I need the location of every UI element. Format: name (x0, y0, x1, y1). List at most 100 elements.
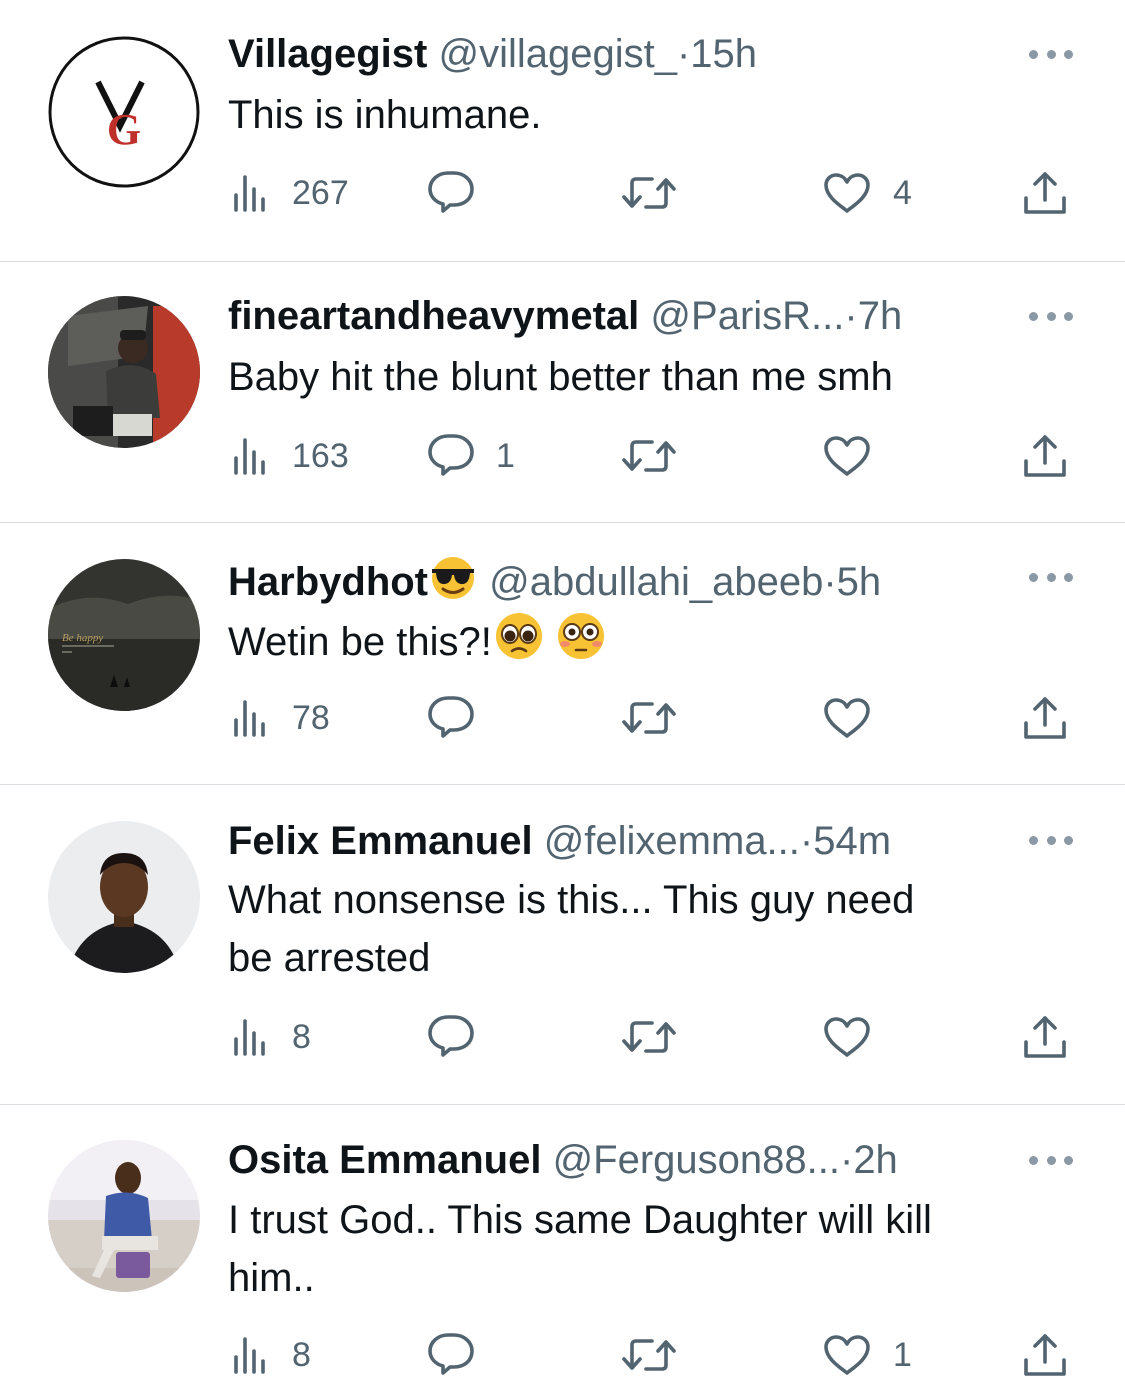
retweet-button[interactable] (622, 168, 676, 218)
profile-photo-icon: Be happy (48, 559, 200, 711)
action-bar: 163 1 (0, 431, 1125, 481)
like-button[interactable]: 1 (823, 1330, 912, 1380)
svg-text:G: G (107, 105, 141, 154)
reply-icon (428, 171, 474, 213)
views-icon (234, 175, 265, 212)
profile-photo-icon (48, 821, 200, 973)
like-icon (824, 698, 870, 738)
user-handle[interactable]: @abdullahi_abeeb (489, 560, 823, 604)
share-button[interactable] (1022, 1012, 1068, 1062)
reply-icon (428, 434, 474, 476)
timestamp[interactable]: 54m (813, 819, 891, 863)
avatar[interactable] (48, 296, 200, 448)
like-button[interactable] (823, 1012, 893, 1062)
action-bar: 8 (0, 1012, 1125, 1062)
retweet-button[interactable] (622, 1012, 676, 1062)
share-icon (1024, 1334, 1066, 1376)
like-icon (824, 173, 870, 213)
reply-tweet[interactable]: fineartandheavymetal @ParisR...·7h Baby … (0, 262, 1125, 523)
reply-button[interactable] (428, 693, 496, 743)
like-button[interactable] (823, 431, 893, 481)
views-button[interactable]: 8 (230, 1330, 311, 1380)
retweet-icon (622, 1021, 676, 1053)
tweet-text: Baby hit the blunt better than me smh (228, 355, 893, 399)
views-count: 78 (292, 698, 330, 737)
separator-dot: · (676, 32, 691, 76)
profile-photo-icon (48, 1140, 200, 1292)
like-button[interactable] (823, 693, 893, 743)
views-icon (234, 438, 265, 475)
views-button[interactable]: 267 (230, 168, 349, 218)
user-handle[interactable]: @felixemma... (544, 819, 800, 863)
separator-dot: · (839, 1138, 854, 1182)
display-name[interactable]: Harbydhot (228, 560, 428, 604)
pleading-face-emoji (495, 613, 542, 659)
share-icon (1024, 1016, 1066, 1058)
reply-button[interactable] (428, 1330, 496, 1380)
views-count: 8 (292, 1335, 311, 1374)
tweet-text: This is inhumane. (228, 93, 542, 137)
more-icon[interactable] (1029, 294, 1073, 338)
display-name[interactable]: Osita Emmanuel (228, 1138, 541, 1182)
profile-photo-icon (48, 296, 200, 448)
share-icon (1024, 172, 1066, 214)
likes-count: 1 (893, 1335, 912, 1374)
retweet-button[interactable] (622, 693, 676, 743)
timestamp[interactable]: 15h (690, 32, 757, 76)
reply-button[interactable] (428, 1012, 496, 1062)
avatar-caption: Be happy (62, 632, 103, 644)
views-button[interactable]: 78 (230, 693, 330, 743)
tweet-text: What nonsense is this... This guy need b… (228, 871, 1048, 987)
tweet-text-line: I trust God.. This same Daughter will ki… (228, 1198, 932, 1242)
more-icon[interactable] (1029, 32, 1073, 76)
timestamp[interactable]: 2h (853, 1138, 898, 1182)
avatar[interactable]: G (48, 36, 200, 188)
retweet-button[interactable] (622, 1330, 676, 1380)
user-handle[interactable]: @Ferguson88... (553, 1138, 840, 1182)
display-name[interactable]: Villagegist (228, 32, 427, 76)
like-icon (824, 1335, 870, 1375)
retweet-icon (622, 177, 676, 209)
like-icon (824, 1017, 870, 1057)
separator-dot: · (844, 294, 858, 338)
share-button[interactable] (1022, 693, 1068, 743)
reply-tweet[interactable]: Osita Emmanuel @Ferguson88...·2h I trust… (0, 1105, 1125, 1383)
tweet-text: I trust God.. This same Daughter will ki… (228, 1191, 1048, 1307)
flushed-face-emoji (557, 613, 604, 659)
timestamp[interactable]: 7h (858, 294, 903, 338)
views-count: 8 (292, 1017, 311, 1056)
avatar[interactable]: Be happy (48, 559, 200, 711)
avatar[interactable] (48, 1140, 200, 1292)
more-icon[interactable] (1029, 818, 1073, 862)
views-count: 163 (292, 436, 349, 475)
reply-tweet[interactable]: G Villagegist @villagegist_·15h This is … (0, 0, 1125, 262)
avatar[interactable] (48, 821, 200, 973)
user-handle[interactable]: @ParisR... (650, 294, 844, 338)
like-icon (824, 436, 870, 476)
tweet-text: Wetin be this?! (228, 611, 1048, 671)
share-button[interactable] (1022, 431, 1068, 481)
reply-tweet[interactable]: Felix Emmanuel @felixemma...·54m What no… (0, 785, 1125, 1105)
views-count: 267 (292, 173, 349, 212)
more-icon[interactable] (1029, 1138, 1073, 1182)
reply-icon (428, 696, 474, 738)
like-button[interactable]: 4 (823, 168, 912, 218)
reply-button[interactable] (428, 168, 496, 218)
separator-dot: · (823, 560, 837, 604)
timestamp[interactable]: 5h (837, 560, 882, 604)
display-name[interactable]: Felix Emmanuel (228, 819, 533, 863)
replies-count: 1 (496, 436, 515, 475)
separator-dot: · (799, 819, 814, 863)
likes-count: 4 (893, 173, 912, 212)
share-button[interactable] (1022, 168, 1068, 218)
reply-icon (428, 1015, 474, 1057)
share-button[interactable] (1022, 1330, 1068, 1380)
retweet-button[interactable] (622, 431, 676, 481)
reply-tweet[interactable]: Be happy Harbydhot @abdullahi_abeeb·5h W… (0, 523, 1125, 785)
user-handle[interactable]: @villagegist_ (438, 32, 677, 76)
views-button[interactable]: 163 (230, 431, 349, 481)
views-button[interactable]: 8 (230, 1012, 311, 1062)
reply-button[interactable]: 1 (428, 431, 515, 481)
more-icon[interactable] (1029, 555, 1073, 599)
display-name[interactable]: fineartandheavymetal (228, 294, 639, 338)
